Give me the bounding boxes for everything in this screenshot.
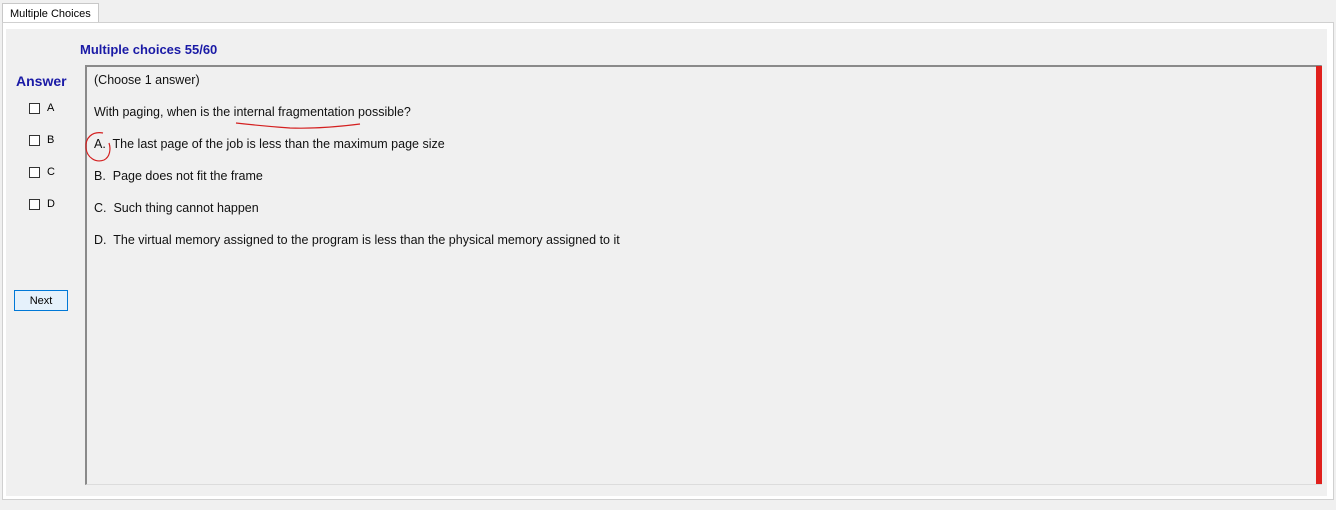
choice-text: Page does not fit the frame <box>112 169 263 183</box>
page-title: Multiple choices 55/60 <box>80 42 218 57</box>
checkbox-a[interactable] <box>29 102 40 114</box>
choice-text: The virtual memory assigned to the progr… <box>113 233 620 247</box>
choice-d: D. The virtual memory assigned to the pr… <box>94 233 620 247</box>
answer-option-label: C <box>47 166 55 178</box>
question-text: With paging, when is the internal fragme… <box>94 105 411 119</box>
choice-letter: C. <box>94 201 107 215</box>
choice-c: C. Such thing cannot happen <box>94 201 259 215</box>
choice-letter: B. <box>94 169 106 183</box>
next-button[interactable]: Next <box>14 290 68 311</box>
answer-option-c[interactable]: C <box>29 165 55 179</box>
answer-option-b[interactable]: B <box>29 133 54 147</box>
choice-letter: D. <box>94 233 107 247</box>
highlight-bar <box>1316 66 1322 484</box>
choice-letter: A. <box>94 137 106 151</box>
answer-option-label: A <box>47 102 55 114</box>
answer-heading: Answer <box>16 73 67 89</box>
answer-option-label: B <box>47 134 55 146</box>
checkbox-c[interactable] <box>29 166 40 178</box>
answer-option-a[interactable]: A <box>29 101 54 115</box>
question-panel <box>85 65 1322 485</box>
choice-text: Such thing cannot happen <box>113 201 259 215</box>
answer-option-d[interactable]: D <box>29 197 55 211</box>
question-instruction: (Choose 1 answer) <box>94 73 200 87</box>
checkbox-b[interactable] <box>29 134 40 146</box>
choice-b: B. Page does not fit the frame <box>94 169 263 183</box>
choice-text: The last page of the job is less than th… <box>112 137 445 151</box>
choice-a: A. The last page of the job is less than… <box>94 137 445 151</box>
tab-multiple-choices[interactable]: Multiple Choices <box>2 3 99 23</box>
checkbox-d[interactable] <box>29 198 40 210</box>
answer-option-label: D <box>47 198 55 210</box>
